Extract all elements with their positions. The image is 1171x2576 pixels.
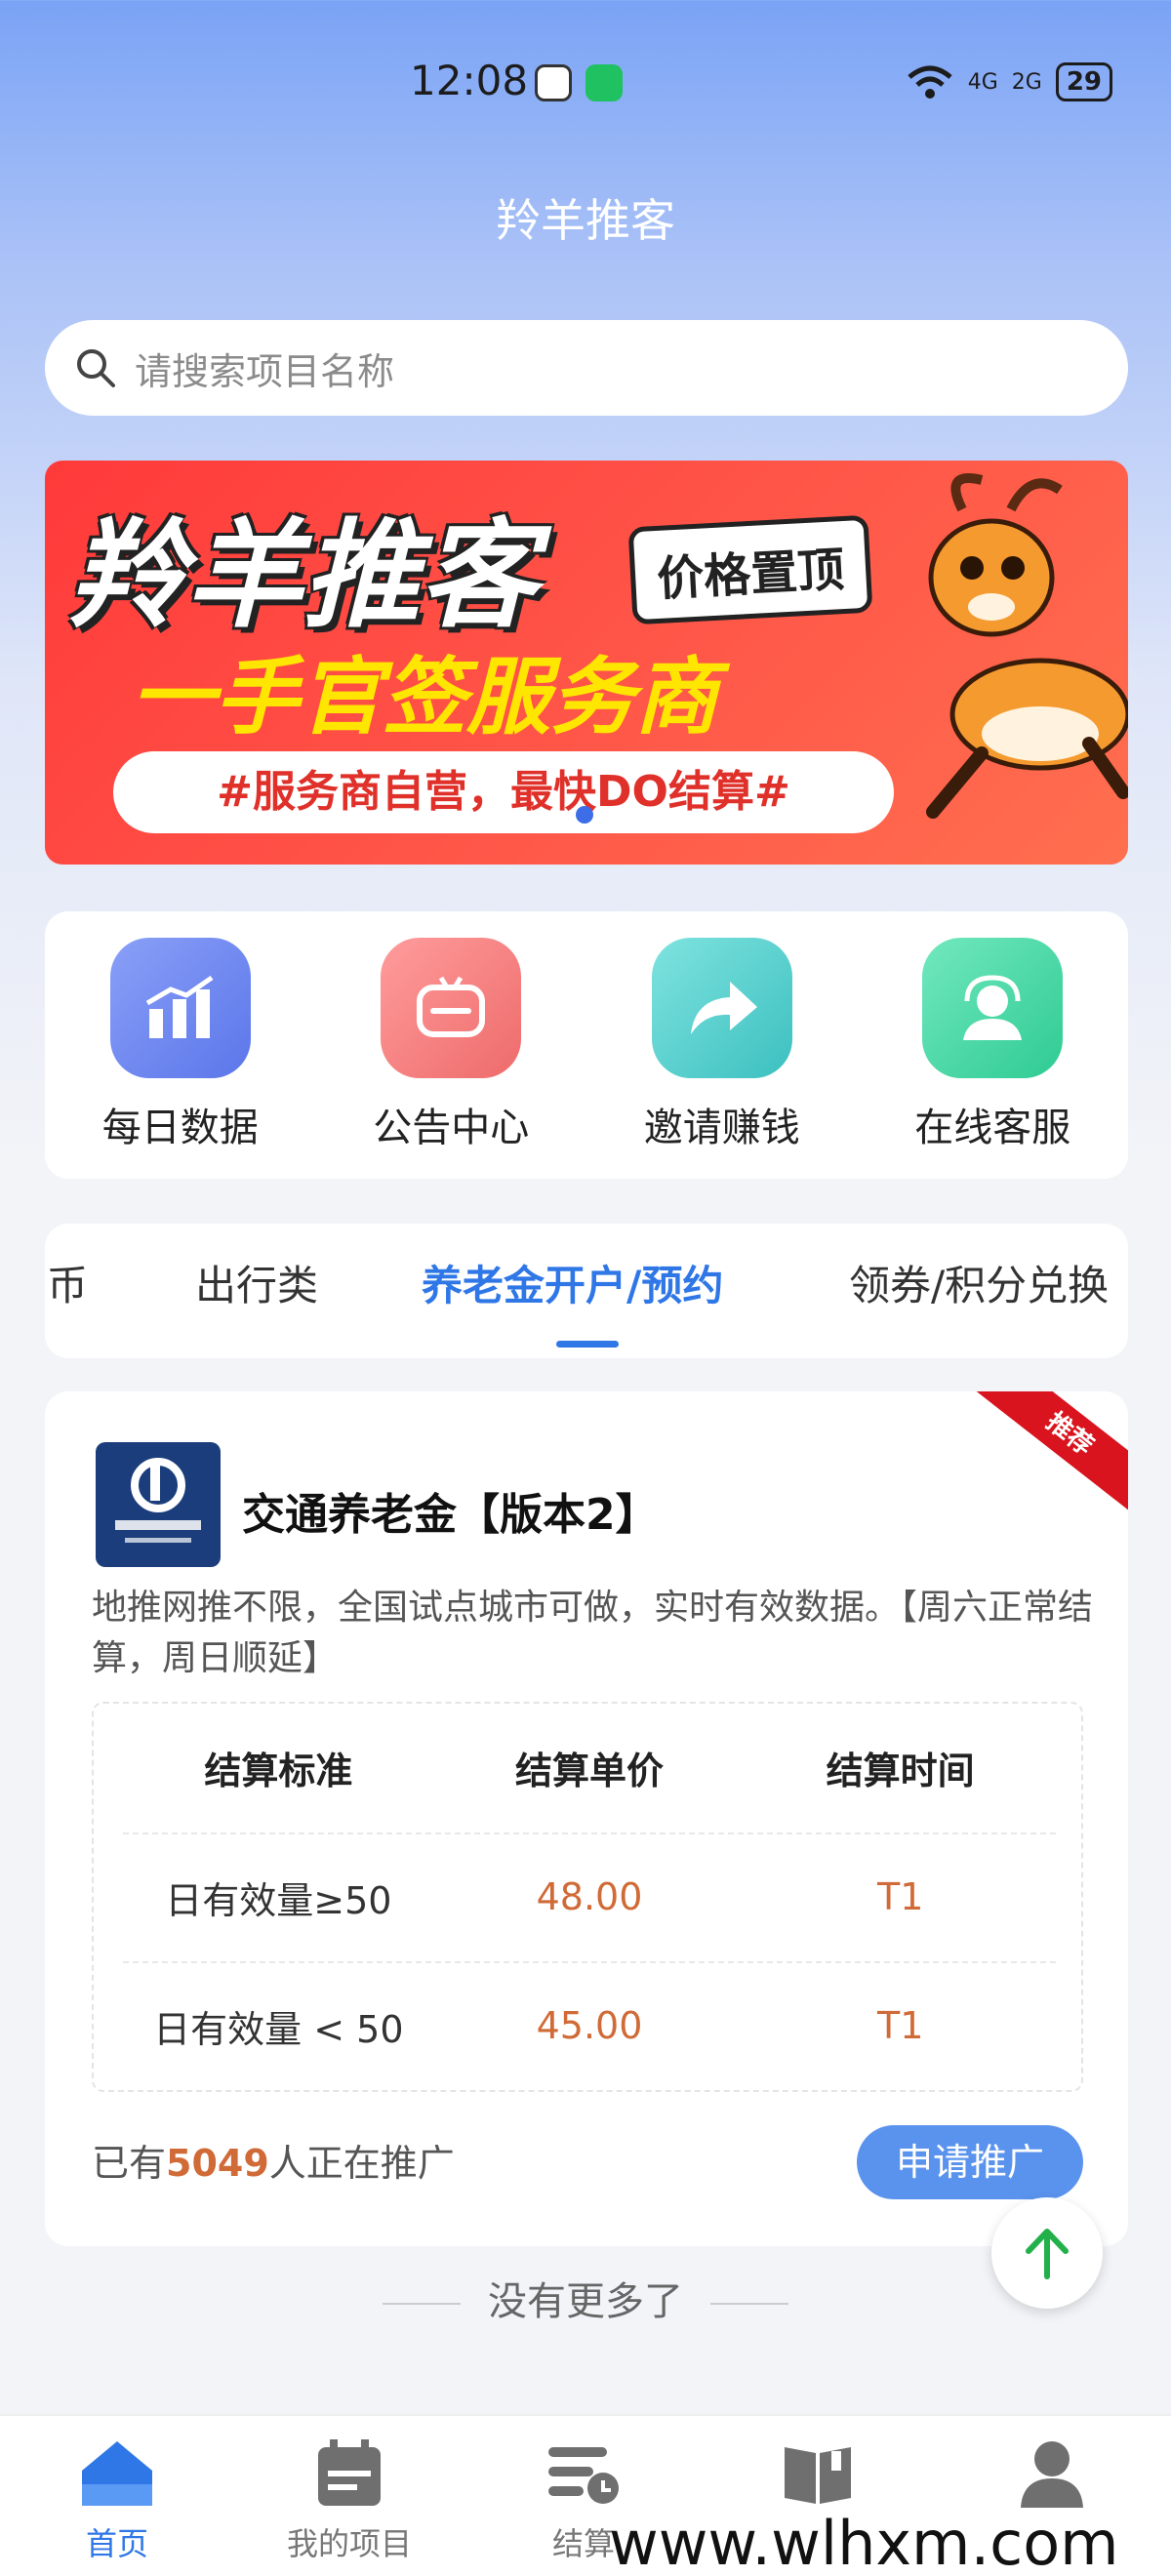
table-cell-time: T1 xyxy=(876,2004,924,2047)
promoter-prefix: 已有 xyxy=(92,2142,167,2185)
banner-tagline: #服务商自营，最快DO结算# xyxy=(113,751,894,833)
back-to-top-button[interactable] xyxy=(991,2197,1103,2309)
table-cell-price: 48.00 xyxy=(536,1875,643,1918)
battery-icon: 29 xyxy=(1055,62,1112,101)
menu-item-daily-data[interactable]: 每日数据 xyxy=(63,938,298,1152)
promoter-number: 5049 xyxy=(166,2142,269,2185)
search-placeholder: 请搜索项目名称 xyxy=(135,349,395,393)
menu-item-support[interactable]: 在线客服 xyxy=(875,938,1110,1152)
antelope-mascot-icon xyxy=(926,473,1128,819)
table-cell: 日有效量≥50 xyxy=(165,1878,392,1922)
banner-subtitle: 一手官签服务商 xyxy=(131,649,718,746)
tab-travel[interactable]: 出行类 xyxy=(195,1253,318,1312)
search-icon xyxy=(77,349,115,387)
menu-item-announcements[interactable]: 公告中心 xyxy=(334,938,568,1152)
signal-2g-icon: 2G xyxy=(1011,69,1042,95)
status-right: 4G 2G 29 xyxy=(906,62,1112,101)
tab-coin[interactable]: 宝币 xyxy=(45,1253,88,1312)
settlement-icon xyxy=(548,2447,619,2504)
share-icon xyxy=(651,938,792,1078)
support-icon xyxy=(922,938,1064,1078)
project-title: 交通养老金【版本2】 xyxy=(242,1490,659,1540)
promoter-count: 已有5049人正在推广 xyxy=(92,2133,455,2187)
menu-label: 邀请赚钱 xyxy=(643,1106,800,1150)
wifi-icon xyxy=(908,65,952,99)
rate-table: 结算标准 结算单价 结算时间 日有效量≥50 48.00 T1 日有效量 < 5… xyxy=(92,1702,1083,2092)
app-notification-icon xyxy=(535,64,572,101)
table-cell: 日有效量 < 50 xyxy=(153,2007,404,2051)
calendar-icon xyxy=(318,2439,381,2506)
table-cell-time: T1 xyxy=(876,1875,924,1918)
status-time: 12:08 xyxy=(410,57,529,104)
recommended-ribbon: 推荐 xyxy=(962,1391,1128,1525)
search-input[interactable]: 请搜索项目名称 xyxy=(45,320,1128,416)
signal-4g-icon: 4G xyxy=(967,69,998,95)
active-tab-indicator xyxy=(556,1341,619,1348)
tabbar-home[interactable]: 首页 xyxy=(29,2437,205,2564)
banner-title: 羚羊推客 xyxy=(68,508,537,644)
wechat-notification-icon xyxy=(586,64,623,101)
watermark-text: www.wlhxm.com xyxy=(609,2508,1119,2576)
list-end-label: 没有更多了 xyxy=(0,2270,1171,2326)
banner-badge: 价格置顶 xyxy=(627,514,873,625)
promoter-suffix: 人正在推广 xyxy=(268,2142,455,2185)
apply-promotion-button[interactable]: 申请推广 xyxy=(857,2125,1083,2199)
table-cell-price: 45.00 xyxy=(536,2004,643,2047)
user-icon xyxy=(1021,2441,1083,2508)
promo-banner[interactable]: 羚羊推客 价格置顶 一手官签服务商 #服务商自营，最快DO结算# xyxy=(45,461,1128,865)
menu-label: 每日数据 xyxy=(101,1106,259,1150)
status-bar: 12:08 4G 2G 29 xyxy=(0,0,1171,176)
menu-label: 公告中心 xyxy=(373,1106,530,1150)
carousel-indicator[interactable] xyxy=(576,806,593,824)
home-icon xyxy=(82,2441,152,2506)
menu-item-invite[interactable]: 邀请赚钱 xyxy=(605,938,839,1152)
arrow-up-icon xyxy=(1026,2229,1069,2279)
message-icon xyxy=(381,938,522,1078)
bank-logo xyxy=(96,1442,221,1567)
tabbar-label: 首页 xyxy=(85,2525,148,2562)
table-row: 日有效量≥50 48.00 T1 xyxy=(123,1832,1056,1959)
tab-pension[interactable]: 养老金开户/预约 xyxy=(422,1253,723,1312)
table-row: 日有效量 < 50 45.00 T1 xyxy=(123,1961,1056,2088)
tabbar-label: 我的项目 xyxy=(286,2525,412,2562)
tab-coupons[interactable]: 领券/积分兑换 xyxy=(849,1253,1109,1312)
table-header-row: 结算标准 结算单价 结算时间 xyxy=(123,1704,1056,1831)
page-title: 羚羊推客 xyxy=(496,194,675,247)
quick-menu: 每日数据 公告中心 邀请赚钱 在线客服 xyxy=(45,911,1128,1179)
project-description: 地推网推不限，全国试点城市可做，实时有效数据。【周六正常结算，周日顺延】 xyxy=(92,1588,1094,1678)
bar-chart-icon xyxy=(109,938,251,1078)
table-header: 结算单价 xyxy=(515,1749,665,1792)
menu-label: 在线客服 xyxy=(914,1106,1071,1150)
tabbar-my-projects[interactable]: 我的项目 xyxy=(262,2437,437,2564)
category-tabs: 宝币 出行类 养老金开户/预约 领券/积分兑换 xyxy=(45,1224,1128,1358)
book-icon xyxy=(785,2447,851,2504)
project-card[interactable]: 推荐 交通养老金【版本2】 地推网推不限，全国试点城市可做，实时有效数据。【周六… xyxy=(45,1391,1128,2246)
table-header: 结算标准 xyxy=(204,1749,353,1792)
table-header: 结算时间 xyxy=(826,1749,975,1792)
